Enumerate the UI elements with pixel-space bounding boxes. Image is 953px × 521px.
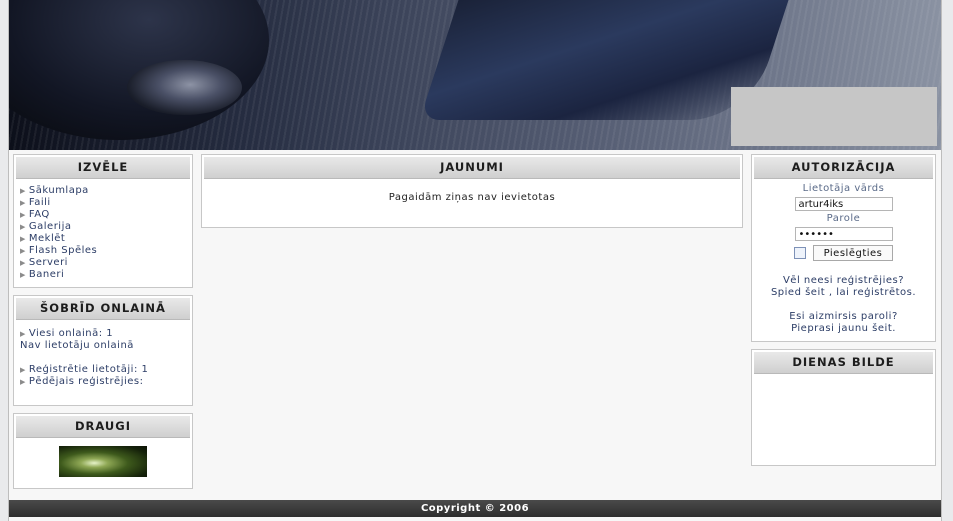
arrow-icon: ▶ <box>20 330 26 338</box>
arrow-icon: ▶ <box>20 199 26 207</box>
friends-box: DRAUGI <box>13 413 193 489</box>
banner-placeholder <box>731 87 937 146</box>
auth-box: AUTORIZĀCIJA Lietotāja vārds Parole Pies… <box>751 154 936 342</box>
menu-title: IZVĒLE <box>16 157 190 179</box>
arrow-icon: ▶ <box>20 211 26 219</box>
friends-title: DRAUGI <box>16 416 190 438</box>
password-label: Parole <box>826 213 861 224</box>
header-banner <box>9 0 941 150</box>
arrow-icon: ▶ <box>20 259 26 267</box>
arrow-icon: ▶ <box>20 271 26 279</box>
menu-list: ▶ Sākumlapa ▶ Faili ▶ FAQ ▶ Galerija ▶ Meklēt… <box>14 185 192 281</box>
forgot-question: Esi aizmirsis paroli? <box>789 311 898 322</box>
copyright-text: Copyright © 2006 <box>420 503 530 514</box>
page: IZVĒLE ▶ Sākumlapa ▶ Faili ▶ FAQ ▶ Galerija … <box>8 0 942 521</box>
menu-box: IZVĒLE ▶ Sākumlapa ▶ Faili ▶ FAQ ▶ Galerija … <box>13 154 193 288</box>
password-input[interactable] <box>794 227 893 241</box>
news-box: JAUNUMI Pagaidām ziņas nav ievietotas <box>201 154 743 228</box>
guests-online: ▶ Viesi onlainā: 1 <box>20 328 114 339</box>
news-message: Pagaidām ziņas nav ievietotas <box>388 192 556 203</box>
arrow-icon: ▶ <box>20 187 26 195</box>
menu-item-gallery[interactable]: ▶ Galerija <box>20 221 192 233</box>
registered-users: ▶ Reģistrētie lietotāji: 1 <box>20 364 149 375</box>
daily-image-box: DIENAS BILDE <box>751 349 936 466</box>
menu-item-files[interactable]: ▶ Faili <box>20 197 192 209</box>
register-link[interactable]: Spied šeit , lai reģistrētos. <box>752 287 935 299</box>
arrow-icon: ▶ <box>20 223 26 231</box>
menu-item-home[interactable]: ▶ Sākumlapa <box>20 185 192 197</box>
forgot-link[interactable]: Pieprasi jaunu šeit. <box>752 323 935 335</box>
username-input[interactable] <box>794 197 893 211</box>
arrow-icon: ▶ <box>20 235 26 243</box>
menu-item-faq[interactable]: ▶ FAQ <box>20 209 192 221</box>
arrow-icon: ▶ <box>20 366 26 374</box>
remember-checkbox[interactable] <box>794 247 806 259</box>
friend-banner-image[interactable] <box>59 446 147 477</box>
login-button[interactable]: Pieslēgties <box>813 245 893 261</box>
online-box: ŠOBRĪD ONLAINĀ ▶ Viesi onlainā: 1 Nav lie… <box>13 295 193 406</box>
arrow-icon: ▶ <box>20 247 26 255</box>
news-title: JAUNUMI <box>204 157 740 179</box>
daily-image-title: DIENAS BILDE <box>754 352 933 374</box>
menu-item-servers[interactable]: ▶ Serveri <box>20 257 192 269</box>
last-registered: ▶ Pēdējais reģistrējies: <box>20 376 144 387</box>
online-title: ŠOBRĪD ONLAINĀ <box>16 298 190 320</box>
menu-item-flash-games[interactable]: ▶ Flash Spēles <box>20 245 192 257</box>
username-label: Lietotāja vārds <box>802 183 885 194</box>
eye-image <box>127 60 242 115</box>
footer: Copyright © 2006 <box>9 500 941 517</box>
register-question: Vēl neesi reģistrējies? <box>782 275 905 286</box>
menu-item-banners[interactable]: ▶ Baneri <box>20 269 192 281</box>
arrow-icon: ▶ <box>20 378 26 386</box>
no-users-online: Nav lietotāju onlainā <box>20 340 134 351</box>
auth-title: AUTORIZĀCIJA <box>754 157 933 179</box>
menu-item-search[interactable]: ▶ Meklēt <box>20 233 192 245</box>
